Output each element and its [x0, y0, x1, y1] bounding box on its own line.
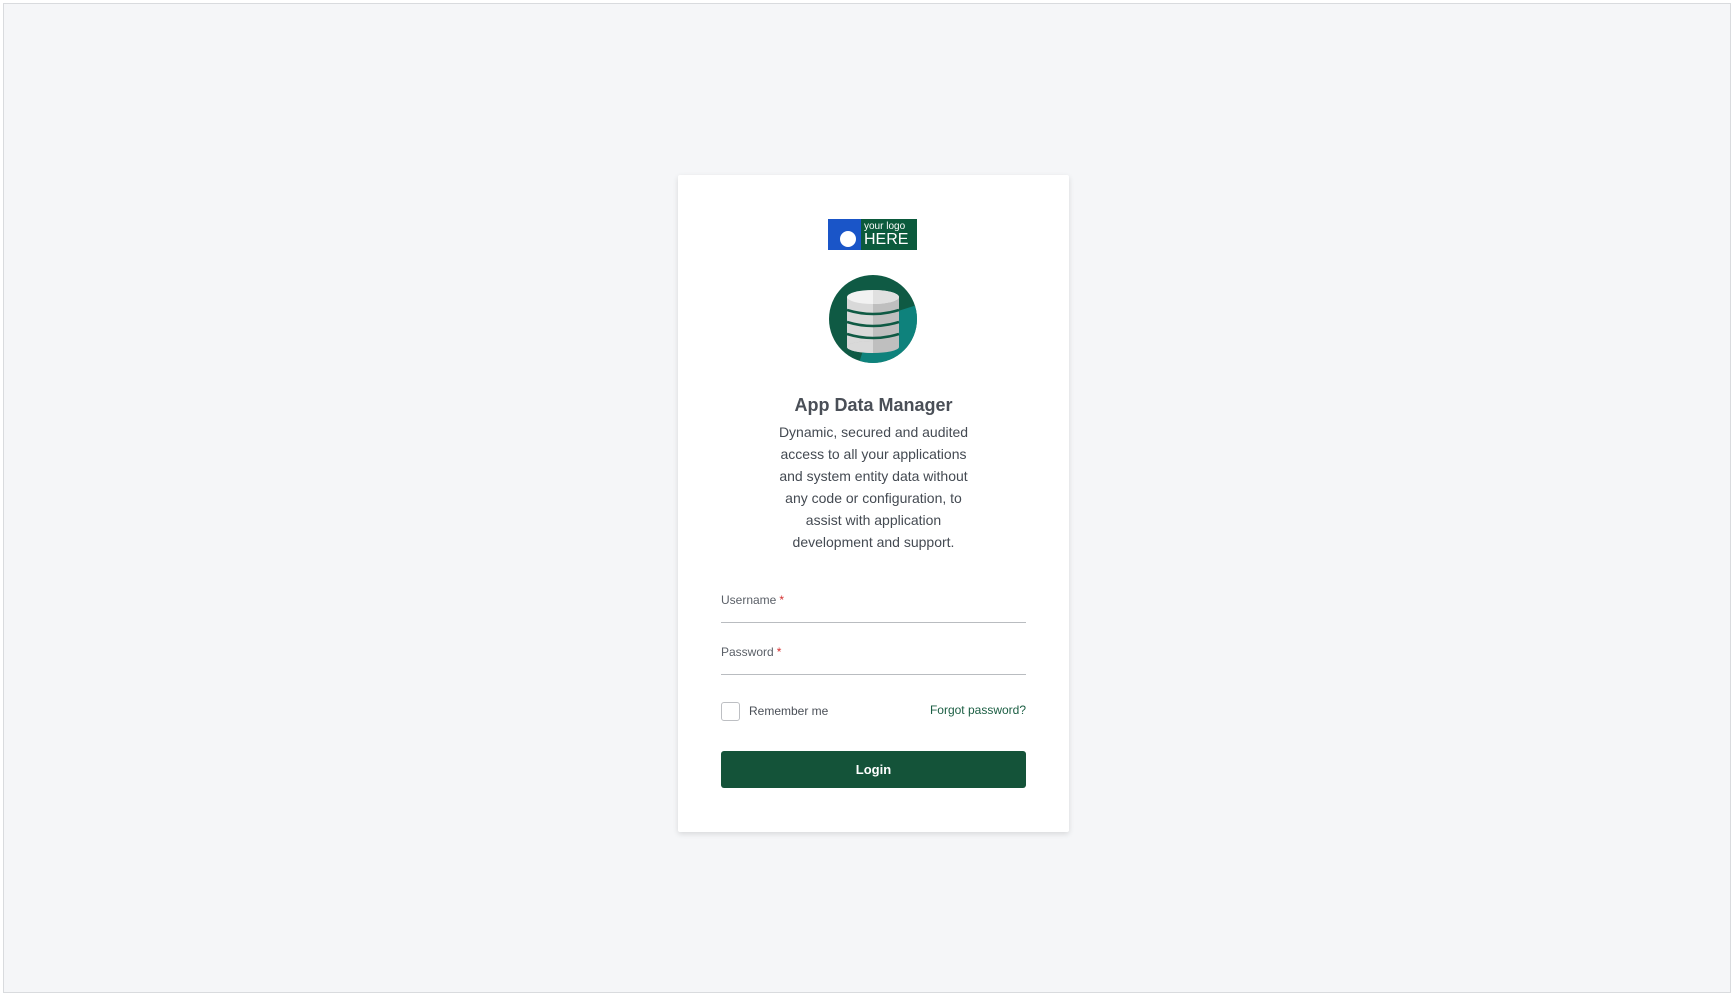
- database-icon: [829, 275, 917, 363]
- app-title: App Data Manager: [794, 395, 953, 415]
- remember-me-checkbox[interactable]: [721, 701, 740, 721]
- remember-me-label: Remember me: [749, 704, 829, 718]
- page-background: your logo HERE App Data Manager Dynamic,…: [3, 3, 1731, 993]
- remember-me[interactable]: Remember me: [721, 700, 828, 722]
- password-input[interactable]: [721, 641, 1026, 674]
- login-card: your logo HERE App Data Manager Dynamic,…: [678, 175, 1069, 832]
- logo-circle-icon: [828, 219, 861, 250]
- logo-text-bottom: HERE: [864, 231, 909, 248]
- company-logo: your logo HERE: [828, 219, 917, 250]
- username-field: Username *: [721, 589, 1026, 623]
- password-field: Password *: [721, 641, 1026, 675]
- login-button[interactable]: Login: [721, 751, 1026, 788]
- username-input[interactable]: [721, 589, 1026, 622]
- forgot-password-link[interactable]: Forgot password?: [930, 703, 1026, 717]
- app-description: Dynamic, secured and audited access to a…: [778, 424, 969, 550]
